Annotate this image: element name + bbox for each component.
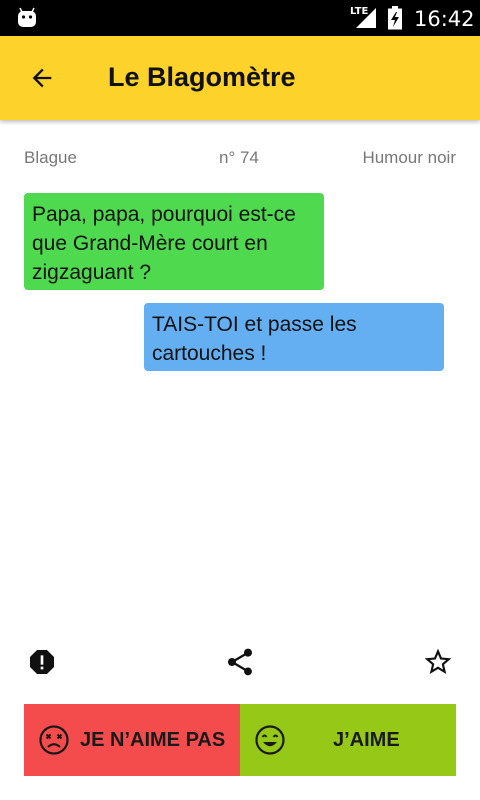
share-icon [228,648,252,676]
star-outline-icon [424,648,452,674]
vote-bar: JE N’AIME PAS J’AIME [24,704,456,776]
joke-question-bubble: Papa, papa, pourquoi est-ce que Grand-Mè… [24,193,324,290]
page-title: Le Blagomètre [108,62,296,92]
status-bar: LTE 16:42 [0,0,480,36]
report-button[interactable] [20,640,64,684]
like-label: J’AIME [333,729,400,751]
app-bar: Le Blagomètre [0,36,480,120]
sad-face-icon [39,725,69,755]
joke-answer-bubble: TAIS-TOI et passe les cartouches ! [144,303,444,371]
happy-face-icon [255,725,285,755]
back-button[interactable] [18,54,66,102]
signal-icon [356,8,376,28]
dislike-label: JE N’AIME PAS [80,729,226,751]
dislike-button[interactable]: JE N’AIME PAS [24,704,240,776]
share-button[interactable] [218,640,262,684]
battery-charging-icon [388,6,402,30]
android-icon [18,7,36,27]
like-button[interactable]: J’AIME [240,704,456,776]
clock: 16:42 [414,7,475,31]
joke-number: n° 74 [219,148,259,167]
joke-type-label: Blague [24,148,77,167]
joke-category: Humour noir [362,148,456,167]
report-icon [30,650,54,674]
arrow-back-icon [32,68,52,88]
joke-meta: Blague n° 74 Humour noir [24,148,456,168]
joke-actions [0,640,480,684]
favorite-button[interactable] [416,640,460,684]
